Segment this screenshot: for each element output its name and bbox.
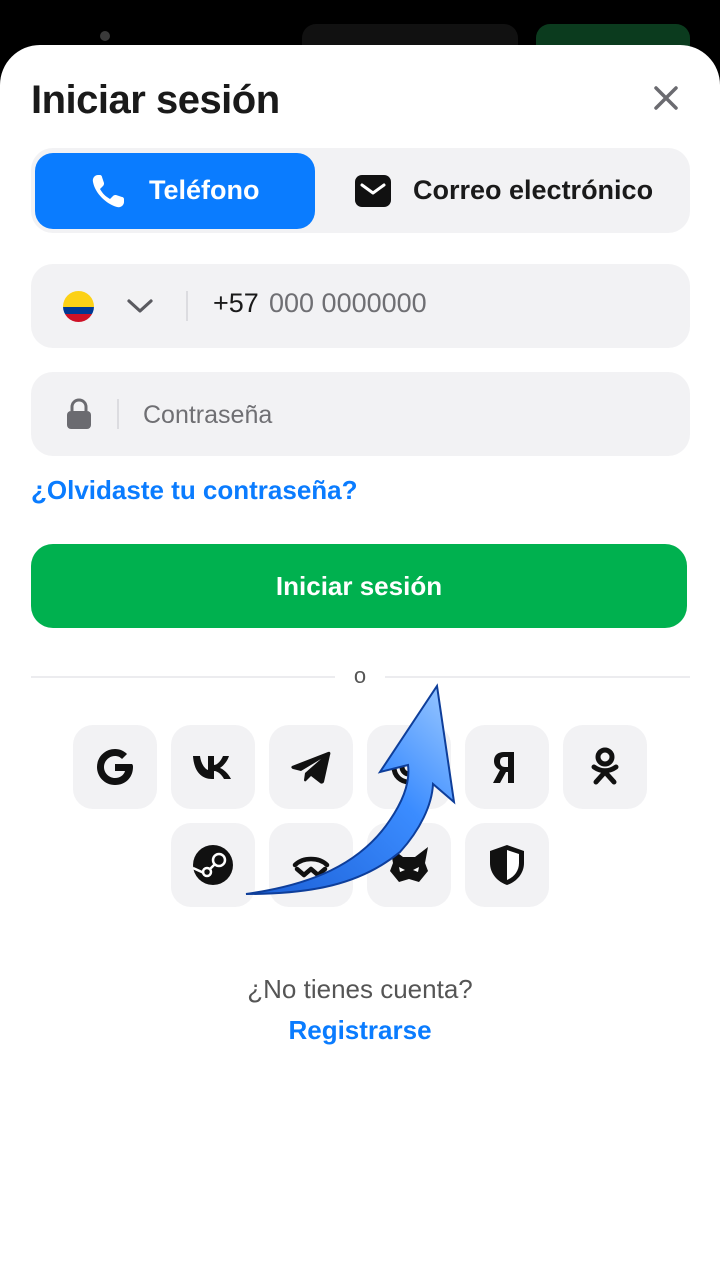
walletconnect-icon bbox=[292, 856, 330, 878]
password-field[interactable] bbox=[31, 372, 690, 458]
tab-email-label: Correo electrónico bbox=[413, 175, 654, 205]
divider-text: o bbox=[353, 663, 367, 688]
ok-icon bbox=[591, 747, 619, 785]
telegram-icon bbox=[291, 751, 331, 784]
background-dot bbox=[100, 31, 110, 41]
chevron-down-icon[interactable] bbox=[125, 294, 155, 318]
signup-prompt: ¿No tienes cuenta? bbox=[247, 974, 473, 1004]
divider-line-right bbox=[385, 676, 690, 678]
tab-phone[interactable]: Teléfono bbox=[35, 153, 315, 229]
divider-line-left bbox=[31, 676, 335, 678]
vk-icon bbox=[193, 756, 231, 779]
google-login-button[interactable] bbox=[73, 725, 157, 809]
metamask-login-button[interactable] bbox=[367, 823, 451, 907]
odnoklassniki-login-button[interactable] bbox=[563, 725, 647, 809]
forgot-password-link[interactable]: ¿Olvidaste tu contraseña? bbox=[31, 475, 358, 506]
phone-icon bbox=[92, 175, 124, 208]
google-icon bbox=[97, 749, 133, 785]
security-login-button[interactable] bbox=[465, 823, 549, 907]
login-method-tabs: Teléfono Correo electrónico bbox=[31, 148, 690, 233]
country-code: +57 bbox=[213, 288, 259, 318]
fox-icon bbox=[390, 847, 428, 882]
close-icon[interactable] bbox=[648, 80, 684, 116]
mail-ru-login-button[interactable] bbox=[367, 725, 451, 809]
steam-icon bbox=[192, 845, 233, 885]
phone-field[interactable]: +57 000 0000000 bbox=[31, 264, 690, 348]
phone-input[interactable]: 000 0000000 bbox=[269, 288, 427, 319]
page-title: Iniciar sesión bbox=[31, 78, 280, 122]
steam-login-button[interactable] bbox=[171, 823, 255, 907]
yandex-icon bbox=[493, 752, 514, 783]
at-icon bbox=[391, 749, 426, 785]
tab-phone-label: Teléfono bbox=[149, 175, 260, 205]
mail-icon bbox=[355, 175, 391, 207]
divider bbox=[117, 399, 119, 429]
yandex-login-button[interactable] bbox=[465, 725, 549, 809]
lock-icon bbox=[67, 398, 91, 429]
password-input[interactable] bbox=[141, 372, 665, 458]
tab-email[interactable]: Correo electrónico bbox=[331, 153, 686, 229]
shield-icon bbox=[490, 845, 524, 885]
vk-login-button[interactable] bbox=[171, 725, 255, 809]
walletconnect-login-button[interactable] bbox=[269, 823, 353, 907]
register-link[interactable]: Registrarse bbox=[0, 1015, 720, 1046]
login-button[interactable]: Iniciar sesión bbox=[31, 544, 687, 628]
colombia-flag-icon[interactable] bbox=[63, 291, 94, 322]
telegram-login-button[interactable] bbox=[269, 725, 353, 809]
divider bbox=[186, 291, 188, 321]
